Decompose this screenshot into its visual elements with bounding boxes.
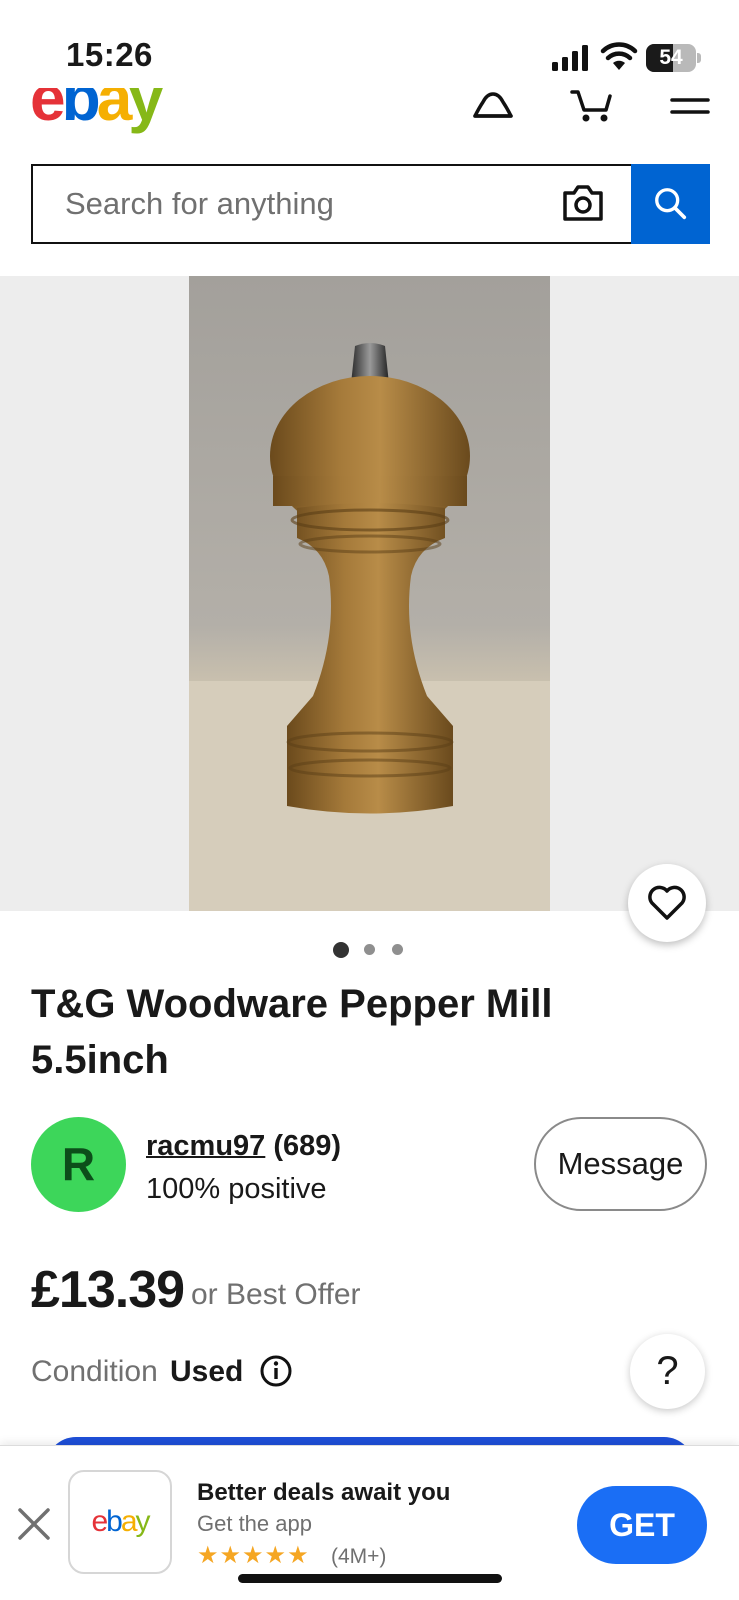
- seller-info: racmu97 (689): [146, 1130, 341, 1163]
- banner-title: Better deals await you: [197, 1479, 451, 1506]
- battery-level: 54: [659, 46, 683, 69]
- image-gallery[interactable]: [0, 276, 739, 911]
- condition-value: Used: [170, 1355, 244, 1388]
- get-app-button[interactable]: GET: [577, 1486, 707, 1564]
- search-bar: [31, 164, 631, 244]
- seller-name-link[interactable]: racmu97: [146, 1130, 265, 1162]
- seller-positive-rating: 100% positive: [146, 1173, 327, 1205]
- help-button[interactable]: ?: [630, 1334, 705, 1409]
- wifi-icon: [600, 42, 638, 70]
- status-time: 15:26: [66, 36, 153, 73]
- notifications-icon[interactable]: [471, 88, 515, 124]
- gallery-dot[interactable]: [333, 942, 349, 958]
- message-seller-button[interactable]: Message: [534, 1117, 707, 1211]
- home-indicator: [238, 1574, 502, 1583]
- app-logo: ebay: [68, 1470, 172, 1574]
- seller-avatar[interactable]: R: [31, 1117, 126, 1212]
- product-photo[interactable]: [189, 276, 550, 911]
- info-icon[interactable]: [259, 1354, 293, 1388]
- gallery-pagination: [333, 940, 413, 960]
- close-icon[interactable]: [16, 1506, 52, 1542]
- star-rating-icon: ★★★★★: [197, 1542, 310, 1569]
- gallery-dot[interactable]: [364, 944, 375, 955]
- best-offer-text: or Best Offer: [191, 1278, 361, 1311]
- listing-title: T&G Woodware Pepper Mill 5.5inch: [31, 982, 553, 1082]
- camera-icon[interactable]: [561, 183, 605, 223]
- cart-icon[interactable]: [570, 88, 614, 124]
- watch-button[interactable]: [628, 864, 706, 942]
- ebay-logo[interactable]: ebay: [30, 88, 164, 130]
- site-header: ebay: [0, 88, 739, 138]
- condition-label: Condition: [31, 1355, 158, 1388]
- banner-subtitle: Get the app: [197, 1511, 312, 1536]
- status-bar: 15:26 54: [0, 0, 739, 88]
- gallery-dot[interactable]: [392, 944, 403, 955]
- rating-count: (4M+): [331, 1545, 387, 1568]
- pepper-mill-image: [189, 343, 550, 911]
- cellular-signal-icon: [552, 45, 588, 71]
- seller-feedback-count: (689): [273, 1130, 342, 1162]
- item-price: £13.39: [31, 1261, 185, 1319]
- search-button[interactable]: [631, 164, 710, 244]
- search-input[interactable]: [65, 166, 545, 241]
- search-icon: [654, 188, 686, 220]
- heart-icon: [648, 885, 686, 920]
- battery-indicator: 54: [646, 44, 701, 72]
- menu-icon[interactable]: [668, 88, 712, 124]
